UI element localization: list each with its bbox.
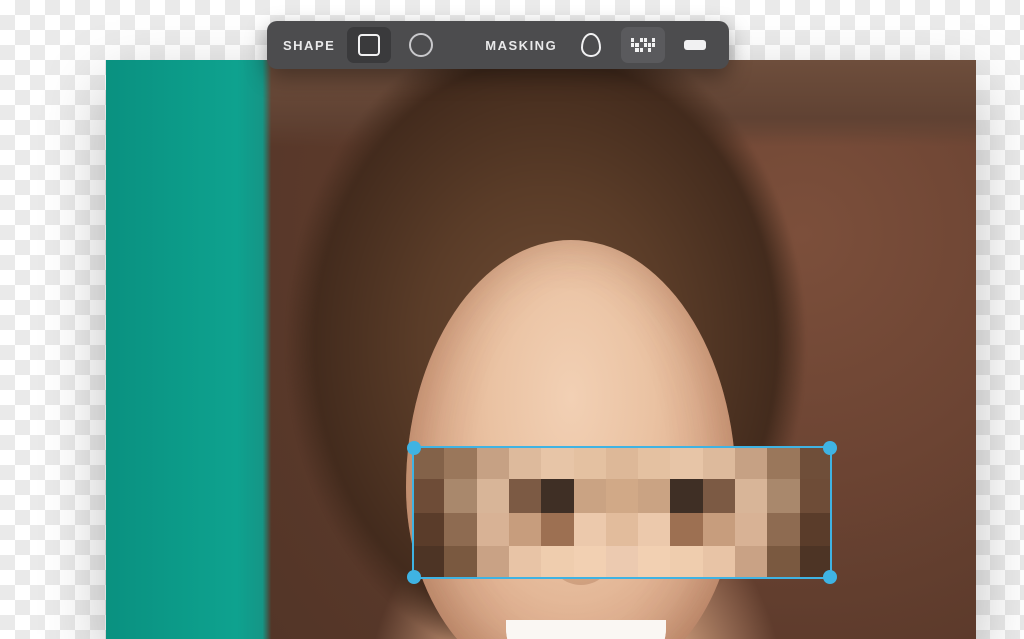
mask-region[interactable]: [412, 446, 832, 579]
blur-mask-button[interactable]: [569, 27, 613, 63]
selection-rectangle[interactable]: [412, 446, 832, 579]
rectangle-icon: [358, 34, 380, 56]
image-canvas[interactable]: [106, 60, 976, 639]
droplet-icon: [581, 33, 601, 57]
photo-content-mouth: [506, 620, 666, 639]
resize-handle-bottom-right[interactable]: [823, 570, 837, 584]
pixelate-icon: [631, 38, 655, 52]
solid-mask-button[interactable]: [673, 27, 717, 63]
masking-label: MASKING: [485, 38, 557, 53]
solid-bar-icon: [684, 40, 706, 50]
circle-icon: [409, 33, 433, 57]
circle-shape-button[interactable]: [399, 27, 443, 63]
resize-handle-bottom-left[interactable]: [407, 570, 421, 584]
pixelate-mask-button[interactable]: [621, 27, 665, 63]
resize-handle-top-left[interactable]: [407, 441, 421, 455]
shape-label: SHAPE: [283, 38, 335, 53]
mask-toolbar: SHAPE MASKING: [267, 21, 729, 69]
rectangle-shape-button[interactable]: [347, 27, 391, 63]
resize-handle-top-right[interactable]: [823, 441, 837, 455]
